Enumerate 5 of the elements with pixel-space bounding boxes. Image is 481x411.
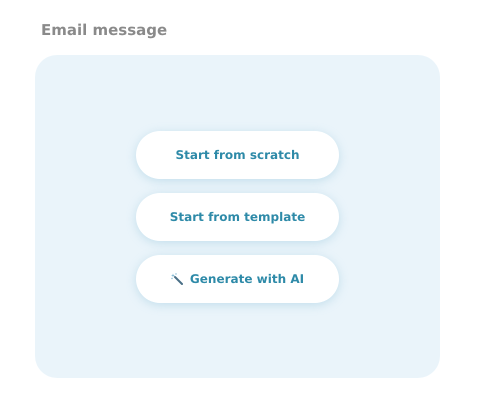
option-button[interactable]: Start from scratch [136, 130, 339, 178]
option-button[interactable]: Generate with AI [136, 254, 339, 302]
option-button[interactable]: Start from template [136, 192, 339, 240]
magic-wand-icon [170, 272, 183, 284]
section-title: Email message [41, 20, 168, 41]
